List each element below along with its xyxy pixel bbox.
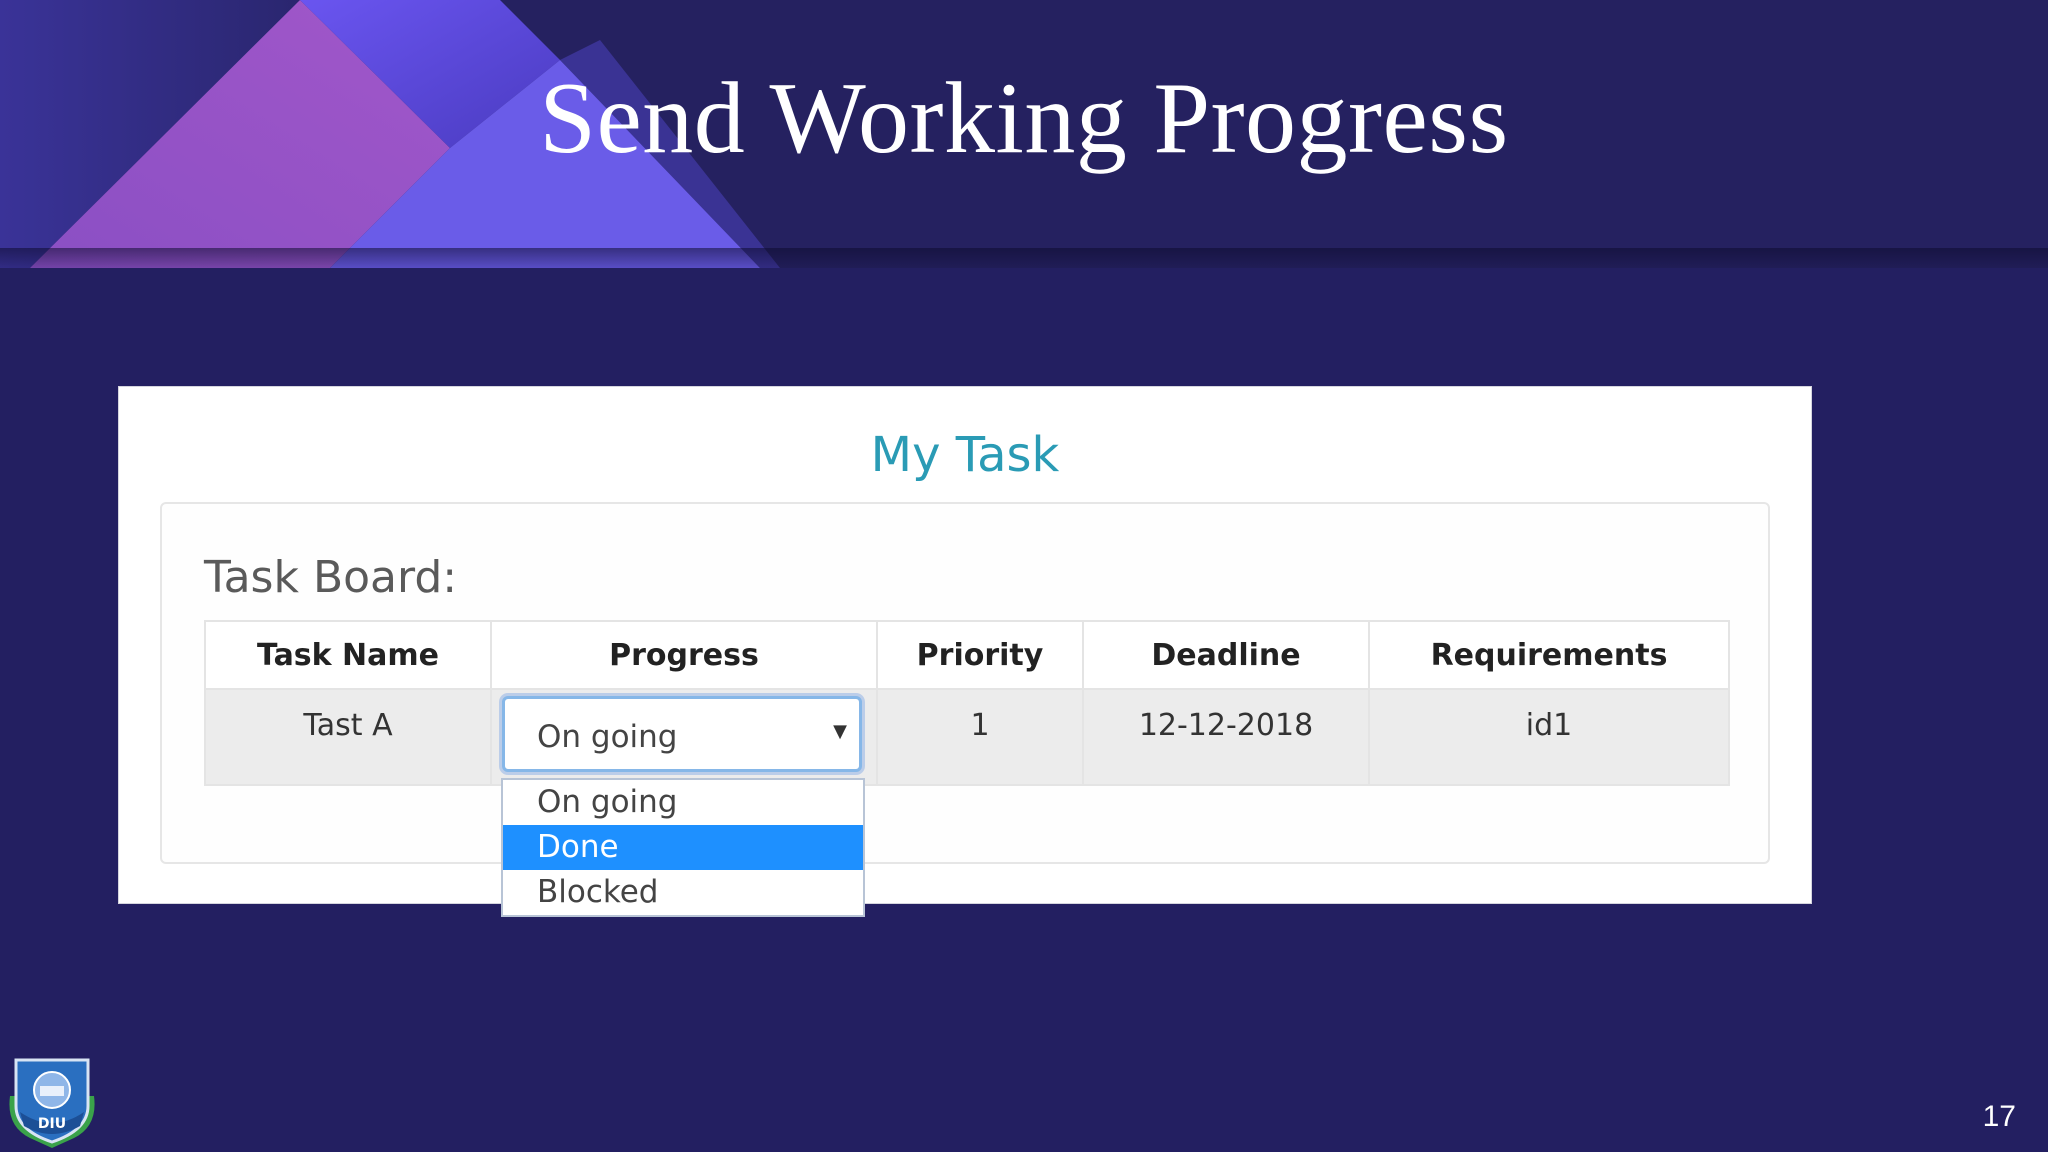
column-header-requirements: Requirements <box>1368 620 1730 690</box>
svg-text:DIU: DIU <box>38 1116 66 1132</box>
cell-priority: 1 <box>876 688 1084 786</box>
column-header-progress: Progress <box>490 620 878 690</box>
my-task-panel: My Task Task Board: Task Name Progress P… <box>118 386 1812 904</box>
cell-deadline: 12-12-2018 <box>1082 688 1370 786</box>
panel-title: My Task <box>870 427 1060 483</box>
chevron-down-icon: ▼ <box>833 721 847 742</box>
dropdown-option-done[interactable]: Done <box>503 825 863 870</box>
table-row: Tast A On going ▼ 1 12-12-2018 id1 <box>204 688 1730 786</box>
progress-dropdown-list: On going Done Blocked <box>501 778 865 917</box>
column-header-priority: Priority <box>876 620 1084 690</box>
column-header-deadline: Deadline <box>1082 620 1370 690</box>
university-logo-icon: DIU <box>9 1058 95 1148</box>
progress-select-value: On going <box>537 719 678 755</box>
header-band: Send Working Progress <box>0 0 2048 268</box>
header-shadow <box>0 248 2048 268</box>
table-header-row: Task Name Progress Priority Deadline Req… <box>204 620 1730 690</box>
cell-progress: On going ▼ <box>490 688 878 786</box>
task-board-card: Task Board: Task Name Progress Priority … <box>160 502 1770 864</box>
cell-task-name: Tast A <box>204 688 492 786</box>
slide-number: 17 <box>1982 1100 2016 1133</box>
dropdown-option-blocked[interactable]: Blocked <box>503 870 863 915</box>
column-header-task-name: Task Name <box>204 620 492 690</box>
progress-select[interactable]: On going ▼ <box>502 696 862 772</box>
task-table: Task Name Progress Priority Deadline Req… <box>204 620 1730 786</box>
cell-requirements: id1 <box>1368 688 1730 786</box>
task-board-label: Task Board: <box>204 552 458 603</box>
dropdown-option-on-going[interactable]: On going <box>503 780 863 825</box>
slide-title: Send Working Progress <box>539 62 1509 175</box>
